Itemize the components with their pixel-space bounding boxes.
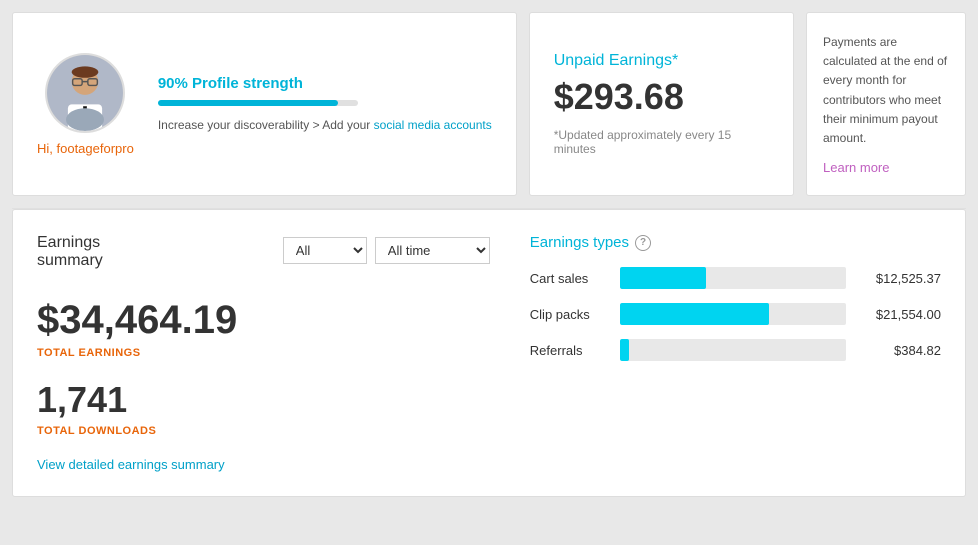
unpaid-earnings-amount: $293.68 — [554, 76, 769, 118]
cart-sales-bar-container — [620, 267, 846, 289]
total-earnings-amount: $34,464.19 — [37, 298, 490, 343]
social-media-link[interactable]: social media accounts — [374, 118, 492, 132]
earnings-types-title: Earnings types ? — [530, 234, 941, 251]
unpaid-earnings-title: Unpaid Earnings* — [554, 52, 769, 70]
referrals-label: Referrals — [530, 343, 610, 358]
help-icon[interactable]: ? — [635, 235, 651, 251]
clip-packs-amount: $21,554.00 — [856, 307, 941, 322]
progress-bar-bg — [158, 100, 358, 106]
total-downloads-label: TOTAL DOWNLOADS — [37, 425, 490, 437]
view-detailed-link[interactable]: View detailed earnings summary — [37, 457, 225, 472]
avatar — [45, 53, 125, 133]
earnings-type-row-clip: Clip packs $21,554.00 — [530, 303, 941, 325]
type-filter-select[interactable]: All Video Audio — [283, 237, 367, 264]
earnings-summary-title: Earnings summary — [37, 234, 103, 270]
total-downloads-amount: 1,741 — [37, 379, 490, 421]
profile-card: Hi, footageforpro 90% Profile strength I… — [12, 12, 517, 196]
earnings-right: Earnings types ? Cart sales $12,525.37 C… — [530, 234, 941, 472]
period-filter-select[interactable]: All time This month Last month — [375, 237, 490, 264]
avatar-container: Hi, footageforpro — [37, 53, 134, 156]
cart-sales-bar — [620, 267, 706, 289]
profile-strength-section: 90% Profile strength Increase your disco… — [158, 75, 492, 134]
referrals-amount: $384.82 — [856, 343, 941, 358]
referrals-bar — [620, 339, 629, 361]
payments-info-card: Payments are calculated at the end of ev… — [806, 12, 966, 196]
learn-more-link[interactable]: Learn more — [823, 160, 949, 175]
clip-packs-label: Clip packs — [530, 307, 610, 322]
discoverability-text: Increase your discoverability > Add your… — [158, 116, 492, 134]
unpaid-earnings-card: Unpaid Earnings* $293.68 *Updated approx… — [529, 12, 794, 196]
cart-sales-label: Cart sales — [530, 271, 610, 286]
clip-packs-bar — [620, 303, 769, 325]
earnings-type-row-referrals: Referrals $384.82 — [530, 339, 941, 361]
top-section: Hi, footageforpro 90% Profile strength I… — [0, 0, 978, 208]
earnings-left: Earnings summary All Video Audio All tim… — [37, 234, 490, 472]
bottom-section: Earnings summary All Video Audio All tim… — [12, 209, 966, 497]
total-earnings-label: TOTAL EARNINGS — [37, 347, 490, 359]
filter-row: All Video Audio All time This month Last… — [283, 237, 490, 264]
clip-packs-bar-container — [620, 303, 846, 325]
cart-sales-amount: $12,525.37 — [856, 271, 941, 286]
progress-bar-fill — [158, 100, 338, 106]
earnings-type-row-cart: Cart sales $12,525.37 — [530, 267, 941, 289]
payments-info-text: Payments are calculated at the end of ev… — [823, 33, 949, 148]
referrals-bar-container — [620, 339, 846, 361]
strength-label: 90% Profile strength — [158, 75, 492, 92]
updated-text: *Updated approximately every 15 minutes — [554, 128, 769, 156]
username: Hi, footageforpro — [37, 141, 134, 156]
